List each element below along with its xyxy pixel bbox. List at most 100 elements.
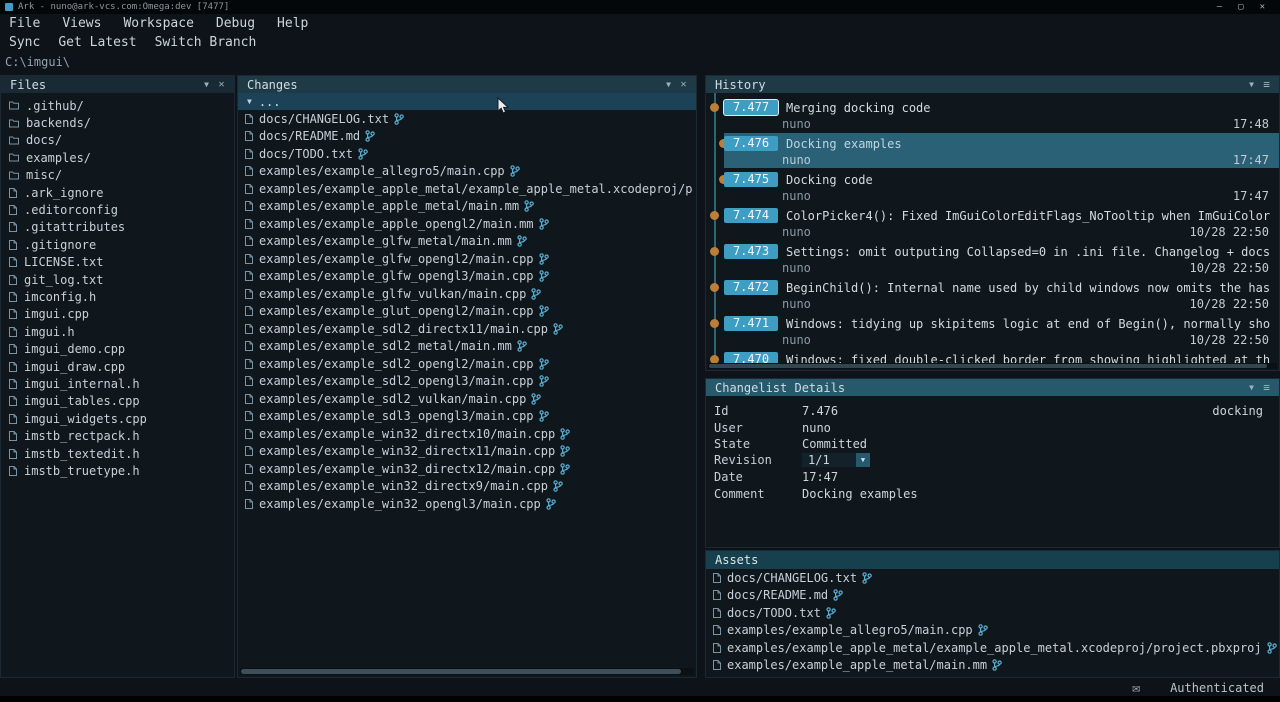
changed-file-row[interactable]: examples/example_win32_directx9/main.cpp <box>238 478 696 496</box>
changed-file-row[interactable]: examples/example_win32_directx10/main.cp… <box>238 425 696 443</box>
file-tree-item[interactable]: docs/ <box>1 132 234 149</box>
comment-value[interactable]: Docking examples <box>802 487 918 501</box>
changed-file-row[interactable]: examples/example_glfw_metal/main.mm <box>238 233 696 251</box>
menu-item[interactable]: Help <box>277 16 308 31</box>
file-tree-item[interactable]: .gitignore <box>1 236 234 253</box>
envelope-icon[interactable]: ✉ <box>1132 681 1140 696</box>
horizontal-scrollbar[interactable] <box>708 363 1277 369</box>
commit-row[interactable]: 7.477 Merging docking code nuno 17:48 <box>706 97 1279 133</box>
file-tree-item[interactable]: imstb_truetype.h <box>1 462 234 479</box>
changed-file-row[interactable]: examples/example_win32_directx12/main.cp… <box>238 460 696 478</box>
file-icon <box>245 184 253 194</box>
toolbar-button[interactable]: Sync <box>9 35 40 50</box>
changed-file-row[interactable]: examples/example_sdl2_vulkan/main.cpp <box>238 390 696 408</box>
file-icon <box>9 449 17 459</box>
commit-row[interactable]: 7.476 Docking examples nuno 17:47 <box>706 133 1279 169</box>
changed-file-path: examples/example_win32_directx10/main.cp… <box>259 427 555 441</box>
menu-item[interactable]: Views <box>62 16 101 31</box>
changed-file-row[interactable]: examples/example_glfw_vulkan/main.cpp <box>238 285 696 303</box>
changed-file-row[interactable]: docs/TODO.txt <box>238 145 696 163</box>
commit-row[interactable]: 7.473 Settings: omit outputing Collapsed… <box>706 241 1279 277</box>
file-tree-item[interactable]: imstb_rectpack.h <box>1 427 234 444</box>
file-tree-item[interactable]: imgui_demo.cpp <box>1 340 234 357</box>
assets-header[interactable]: Assets <box>706 551 1279 569</box>
file-tree-item[interactable]: .github/ <box>1 97 234 114</box>
panel-menu-icon[interactable]: ≡ <box>1259 78 1274 91</box>
maximize-icon[interactable]: ▢ <box>1238 2 1243 12</box>
branch-icon <box>365 130 375 142</box>
commit-row[interactable]: 7.474 ColorPicker4(): Fixed ImGuiColorEd… <box>706 205 1279 241</box>
file-tree-item[interactable]: examples/ <box>1 149 234 166</box>
menu-item[interactable]: File <box>9 16 40 31</box>
file-tree-item[interactable]: .ark_ignore <box>1 184 234 201</box>
chevron-down-icon[interactable]: ▼ <box>856 453 870 467</box>
file-tree-label: imgui_demo.cpp <box>24 342 125 356</box>
branch-icon <box>978 624 988 636</box>
scrollbar-thumb[interactable] <box>709 364 1267 368</box>
commit-graph-dot-icon <box>710 355 719 363</box>
file-tree-item[interactable]: imconfig.h <box>1 288 234 305</box>
asset-row[interactable]: examples/example_allegro5/main.cpp <box>706 622 1279 640</box>
filter-icon[interactable]: ▼ <box>199 80 214 89</box>
changed-file-row[interactable]: examples/example_sdl2_opengl3/main.cpp <box>238 373 696 391</box>
file-tree-item[interactable]: git_log.txt <box>1 271 234 288</box>
file-tree-item[interactable]: imgui.h <box>1 323 234 340</box>
menu-item[interactable]: Debug <box>216 16 255 31</box>
panel-menu-icon[interactable]: ≡ <box>1259 381 1274 394</box>
file-tree-label: imgui_widgets.cpp <box>24 412 147 426</box>
changed-file-row[interactable]: examples/example_glfw_opengl3/main.cpp <box>238 268 696 286</box>
horizontal-scrollbar[interactable] <box>240 668 694 675</box>
file-tree-item[interactable]: imgui_draw.cpp <box>1 358 234 375</box>
changed-file-row[interactable]: examples/example_apple_metal/main.mm <box>238 198 696 216</box>
file-tree-item[interactable]: .editorconfig <box>1 201 234 218</box>
asset-row[interactable]: docs/README.md <box>706 587 1279 605</box>
expand-triangle-icon[interactable]: ▼ <box>247 97 252 106</box>
commit-row[interactable]: 7.475 Docking code nuno 17:47 <box>706 169 1279 205</box>
asset-row[interactable]: examples/example_apple_metal/main.mm <box>706 657 1279 675</box>
file-tree-item[interactable]: imgui_internal.h <box>1 375 234 392</box>
changed-file-row[interactable]: examples/example_glut_opengl2/main.cpp <box>238 303 696 321</box>
toolbar-button[interactable]: Switch Branch <box>155 35 257 50</box>
changed-file-row[interactable]: examples/example_glfw_opengl2/main.cpp <box>238 250 696 268</box>
changed-file-row[interactable]: examples/example_win32_opengl3/main.cpp <box>238 495 696 513</box>
changed-file-row[interactable]: examples/example_sdl2_directx11/main.cpp <box>238 320 696 338</box>
changes-root-row[interactable]: ▼ ... <box>238 93 696 110</box>
changed-file-row[interactable]: examples/example_sdl3_opengl3/main.cpp <box>238 408 696 426</box>
changed-file-row[interactable]: examples/example_apple_metal/example_app… <box>238 180 696 198</box>
filter-icon[interactable]: ▼ <box>1244 80 1259 89</box>
changed-file-row[interactable]: examples/example_sdl2_metal/main.mm <box>238 338 696 356</box>
filter-icon[interactable]: ▼ <box>661 80 676 89</box>
minimize-icon[interactable]: – <box>1217 2 1222 12</box>
file-tree-item[interactable]: misc/ <box>1 167 234 184</box>
close-panel-icon[interactable]: ✕ <box>214 79 229 90</box>
file-tree-item[interactable]: .gitattributes <box>1 219 234 236</box>
filter-icon[interactable]: ▼ <box>1244 383 1259 392</box>
changed-files-list: docs/CHANGELOG.txt docs/README.md <box>238 110 696 513</box>
file-tree-label: examples/ <box>26 151 91 165</box>
file-tree-item[interactable]: imstb_textedit.h <box>1 445 234 462</box>
file-icon <box>9 379 17 389</box>
toolbar-button[interactable]: Get Latest <box>58 35 136 50</box>
changed-file-row[interactable]: examples/example_apple_opengl2/main.mm <box>238 215 696 233</box>
changed-file-row[interactable]: docs/CHANGELOG.txt <box>238 110 696 128</box>
asset-row[interactable]: docs/TODO.txt <box>706 604 1279 622</box>
asset-row[interactable]: examples/example_apple_metal/example_app… <box>706 639 1279 657</box>
changed-file-row[interactable]: examples/example_win32_directx11/main.cp… <box>238 443 696 461</box>
commit-row[interactable]: 7.471 Windows: tidying up skipitems logi… <box>706 313 1279 349</box>
file-tree-item[interactable]: LICENSE.txt <box>1 254 234 271</box>
close-icon[interactable]: ✕ <box>1260 2 1265 12</box>
changed-file-row[interactable]: docs/README.md <box>238 128 696 146</box>
file-tree-item[interactable]: imgui_widgets.cpp <box>1 410 234 427</box>
commit-row[interactable]: 7.470 Windows: fixed double-clicked bord… <box>706 349 1279 363</box>
revision-combo[interactable]: 1/1 ▼ <box>802 453 870 467</box>
changed-file-row[interactable]: examples/example_allegro5/main.cpp <box>238 163 696 181</box>
menu-item[interactable]: Workspace <box>123 16 193 31</box>
file-tree-item[interactable]: backends/ <box>1 114 234 131</box>
asset-row[interactable]: docs/CHANGELOG.txt <box>706 569 1279 587</box>
file-tree-item[interactable]: imgui_tables.cpp <box>1 393 234 410</box>
changed-file-row[interactable]: examples/example_sdl2_opengl2/main.cpp <box>238 355 696 373</box>
commit-row[interactable]: 7.472 BeginChild(): Internal name used b… <box>706 277 1279 313</box>
close-panel-icon[interactable]: ✕ <box>676 79 691 90</box>
file-tree-item[interactable]: imgui.cpp <box>1 306 234 323</box>
scrollbar-thumb[interactable] <box>241 669 681 674</box>
